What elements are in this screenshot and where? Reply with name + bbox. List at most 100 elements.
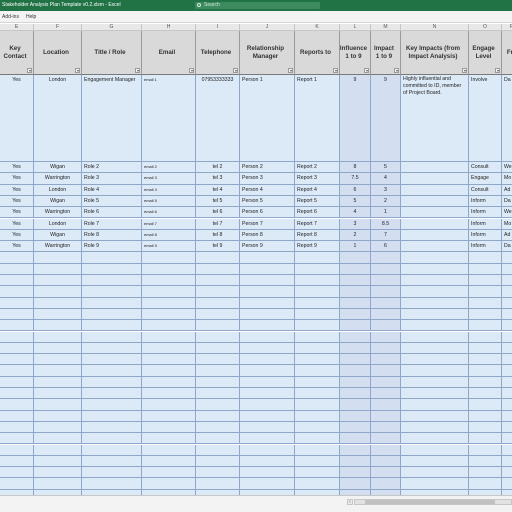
tab-add-ins[interactable]: Add-ins — [2, 14, 19, 20]
empty-cell[interactable] — [401, 320, 469, 332]
empty-cell[interactable] — [196, 467, 240, 479]
cell-reports-to[interactable]: Report 8 — [295, 229, 340, 242]
empty-cell[interactable] — [469, 365, 502, 377]
empty-cell[interactable] — [371, 252, 401, 264]
filter-dropdown-icon[interactable] — [495, 68, 500, 73]
empty-cell[interactable] — [34, 297, 82, 309]
cell-engage[interactable]: Inform — [469, 195, 502, 208]
empty-cell[interactable] — [0, 410, 34, 422]
cell-key-contact[interactable]: Yes — [0, 173, 34, 185]
empty-cell[interactable] — [502, 320, 512, 332]
cell-key-impacts[interactable] — [401, 241, 469, 253]
empty-cell[interactable] — [340, 286, 371, 298]
empty-cell[interactable] — [340, 421, 371, 434]
empty-cell[interactable] — [196, 376, 240, 388]
empty-cell[interactable] — [196, 354, 240, 366]
cell-reports-to[interactable]: Report 9 — [295, 241, 340, 253]
empty-cell[interactable] — [371, 331, 401, 343]
empty-cell[interactable] — [82, 331, 142, 343]
empty-cell[interactable] — [401, 286, 469, 298]
empty-cell[interactable] — [34, 320, 82, 332]
empty-cell[interactable] — [295, 331, 340, 343]
empty-cell[interactable] — [34, 388, 82, 400]
empty-cell[interactable] — [502, 433, 512, 445]
filter-dropdown-icon[interactable] — [394, 68, 399, 73]
cell-influence[interactable]: 6 — [340, 184, 371, 196]
empty-cell[interactable] — [502, 252, 512, 264]
cell-influence[interactable]: 3 — [340, 218, 371, 230]
empty-cell[interactable] — [469, 467, 502, 479]
empty-cell[interactable] — [240, 286, 295, 298]
empty-cell[interactable] — [502, 410, 512, 422]
cell-impact[interactable]: 2 — [371, 195, 401, 208]
empty-cell[interactable] — [340, 252, 371, 264]
empty-cell[interactable] — [82, 467, 142, 479]
cell-impact[interactable]: 6 — [371, 241, 401, 253]
cell-telephone[interactable]: tel 3 — [196, 173, 240, 185]
cell-reports-to[interactable]: Report 1 — [295, 75, 340, 162]
cell-email[interactable]: email 1 — [142, 75, 196, 162]
empty-cell[interactable] — [0, 376, 34, 388]
empty-cell[interactable] — [196, 433, 240, 445]
empty-cell[interactable] — [371, 388, 401, 400]
empty-cell[interactable] — [295, 252, 340, 264]
cell-key-contact[interactable]: Yes — [0, 218, 34, 230]
cell-freq[interactable]: We — [502, 207, 512, 219]
cell-manager[interactable]: Person 3 — [240, 173, 295, 185]
empty-cell[interactable] — [469, 444, 502, 456]
empty-cell[interactable] — [34, 467, 82, 479]
empty-cell[interactable] — [142, 342, 196, 355]
cell-key-impacts[interactable] — [401, 173, 469, 185]
empty-cell[interactable] — [469, 297, 502, 309]
cell-location[interactable]: Wigan — [34, 162, 82, 174]
filter-dropdown-icon[interactable] — [288, 68, 293, 73]
cell-email[interactable]: email 2 — [142, 162, 196, 174]
cell-key-impacts[interactable] — [401, 162, 469, 174]
empty-cell[interactable] — [240, 297, 295, 309]
empty-cell[interactable] — [142, 331, 196, 343]
filter-dropdown-icon[interactable] — [75, 68, 80, 73]
empty-cell[interactable] — [34, 252, 82, 264]
cell-manager[interactable]: Person 2 — [240, 162, 295, 174]
empty-cell[interactable] — [196, 342, 240, 355]
empty-cell[interactable] — [502, 263, 512, 275]
empty-cell[interactable] — [240, 354, 295, 366]
cell-key-contact[interactable]: Yes — [0, 162, 34, 174]
empty-cell[interactable] — [34, 365, 82, 377]
empty-cell[interactable] — [0, 354, 34, 366]
empty-cell[interactable] — [295, 263, 340, 275]
cell-telephone[interactable]: tel 7 — [196, 218, 240, 230]
cell-engage[interactable]: Involve — [469, 75, 502, 162]
cell-reports-to[interactable]: Report 6 — [295, 207, 340, 219]
empty-cell[interactable] — [371, 354, 401, 366]
cell-manager[interactable]: Person 1 — [240, 75, 295, 162]
cell-location[interactable]: Warrington — [34, 173, 82, 185]
empty-cell[interactable] — [469, 331, 502, 343]
cell-key-contact[interactable]: Yes — [0, 195, 34, 208]
empty-cell[interactable] — [34, 263, 82, 275]
empty-cell[interactable] — [469, 320, 502, 332]
cell-engage[interactable]: Engage — [469, 173, 502, 185]
empty-cell[interactable] — [82, 286, 142, 298]
empty-cell[interactable] — [295, 444, 340, 456]
empty-cell[interactable] — [0, 455, 34, 468]
cell-engage[interactable]: Consult — [469, 162, 502, 174]
empty-cell[interactable] — [340, 342, 371, 355]
filter-dropdown-icon[interactable] — [135, 68, 140, 73]
empty-cell[interactable] — [401, 410, 469, 422]
empty-cell[interactable] — [295, 342, 340, 355]
cell-title[interactable]: Role 5 — [82, 195, 142, 208]
empty-cell[interactable] — [340, 444, 371, 456]
empty-cell[interactable] — [34, 455, 82, 468]
filter-dropdown-icon[interactable] — [27, 68, 32, 73]
cell-location[interactable]: Wigan — [34, 195, 82, 208]
empty-cell[interactable] — [240, 320, 295, 332]
cell-telephone[interactable]: tel 2 — [196, 162, 240, 174]
cell-engage[interactable]: Inform — [469, 218, 502, 230]
empty-cell[interactable] — [502, 467, 512, 479]
empty-cell[interactable] — [340, 297, 371, 309]
empty-cell[interactable] — [196, 444, 240, 456]
empty-cell[interactable] — [0, 331, 34, 343]
cell-email[interactable]: email 4 — [142, 184, 196, 196]
empty-cell[interactable] — [240, 376, 295, 388]
